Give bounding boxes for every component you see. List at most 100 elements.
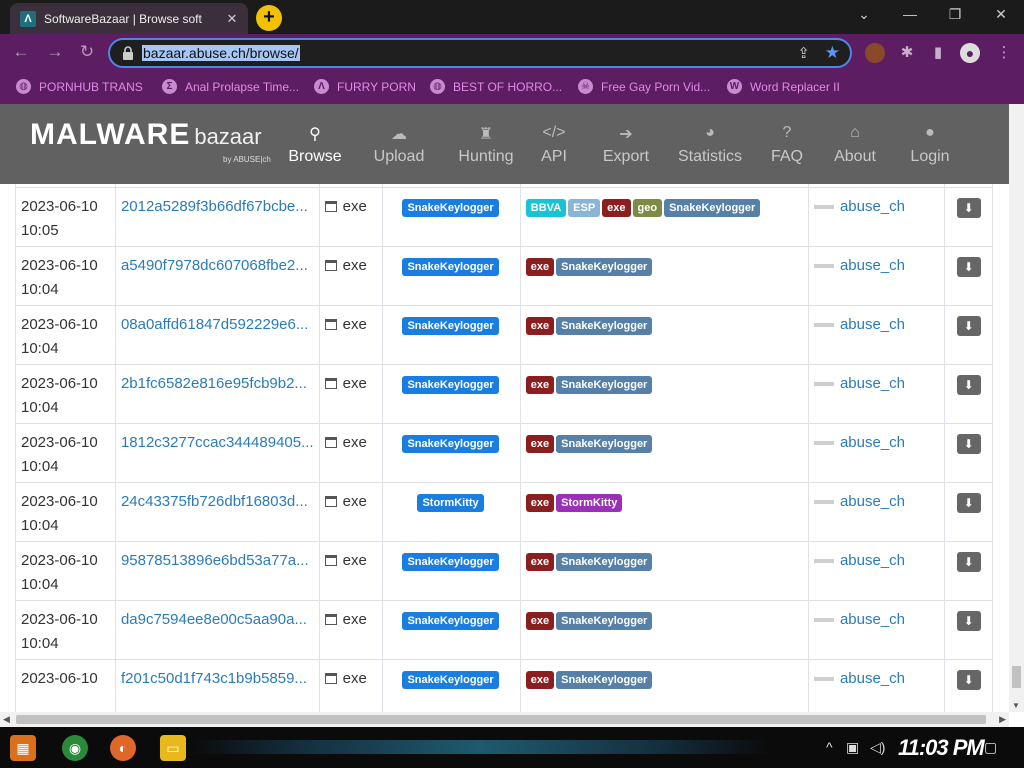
bookmark-star-icon[interactable]: ★ (825, 43, 840, 63)
tag-badge[interactable]: SnakeKeylogger (556, 553, 653, 571)
restore-icon[interactable]: ❐ (940, 6, 970, 23)
tag-badge[interactable]: ESP (568, 199, 601, 217)
tag-badge[interactable]: SnakeKeylogger (556, 317, 653, 335)
chrome-icon[interactable]: ◉ (62, 735, 88, 761)
reporter-link[interactable]: abuse_ch (840, 375, 905, 392)
horizontal-scrollbar[interactable]: ◀ ▶ (0, 712, 1009, 727)
vertical-scrollbar[interactable]: ▼ (1009, 104, 1024, 712)
url-text[interactable]: bazaar.abuse.ch/browse/ (142, 45, 300, 61)
reporter-link[interactable]: abuse_ch (840, 198, 905, 215)
nav-export[interactable]: ➔ Export (586, 124, 666, 166)
browser-tab[interactable]: Λ SoftwareBazaar | Browse soft ✕ (10, 3, 248, 34)
sha256-link[interactable]: 08a0affd61847d592229e6... (121, 316, 308, 333)
nav-statistics[interactable]: ◕ Statistics (670, 124, 750, 166)
download-icon[interactable]: ⬇ (956, 670, 981, 690)
share-icon[interactable]: ⇪ (797, 44, 810, 62)
signature-badge[interactable]: SnakeKeylogger (402, 376, 499, 394)
extension-avatar-icon[interactable] (865, 43, 885, 63)
tag-badge[interactable]: exe (525, 376, 555, 394)
tag-badge[interactable]: StormKitty (556, 494, 623, 512)
malware-bazaar-logo[interactable]: MALWARE bazaar by ABUSE|ch (30, 118, 271, 164)
tag-badge[interactable]: SnakeKeylogger (556, 612, 653, 630)
tag-badge[interactable]: exe (525, 317, 555, 335)
tag-badge[interactable]: exe (602, 199, 631, 217)
menu-kebab-icon[interactable]: ⋮ (994, 43, 1014, 63)
tag-badge[interactable]: SnakeKeylogger (556, 435, 653, 453)
signature-badge[interactable]: SnakeKeylogger (402, 612, 499, 630)
tag-badge[interactable]: exe (525, 671, 555, 689)
side-panel-icon[interactable]: ▮ (928, 43, 948, 63)
download-icon[interactable]: ⬇ (956, 493, 981, 513)
reporter-link[interactable]: abuse_ch (840, 434, 905, 451)
tag-badge[interactable]: exe (525, 612, 555, 630)
download-icon[interactable]: ⬇ (956, 198, 981, 218)
sha256-link[interactable]: 95878513896e6bd53a77a... (121, 552, 309, 569)
bookmark-item[interactable]: Σ Anal Prolapse Time... (162, 79, 299, 94)
download-icon[interactable]: ⬇ (956, 434, 981, 454)
close-window-icon[interactable]: ✕ (986, 6, 1016, 23)
bookmark-item[interactable]: W Word Replacer II (727, 79, 840, 94)
scrollbar-thumb[interactable] (1012, 666, 1021, 688)
reload-icon[interactable]: ↻ (76, 42, 98, 62)
reporter-link[interactable]: abuse_ch (840, 670, 905, 687)
sha256-link[interactable]: 2012a5289f3b66df67bcbe... (121, 198, 308, 215)
tag-badge[interactable]: SnakeKeylogger (556, 376, 653, 394)
address-bar[interactable]: bazaar.abuse.ch/browse/ ⇪ ★ (108, 38, 852, 68)
reporter-link[interactable]: abuse_ch (840, 493, 905, 510)
tag-badge[interactable]: exe (525, 494, 555, 512)
new-tab-button[interactable]: + (256, 5, 282, 31)
sha256-link[interactable]: 1812c3277ccac344489405... (121, 434, 314, 451)
bookmark-item[interactable]: ◍ PORNHUB TRANS (16, 79, 143, 94)
nav-api[interactable]: </> API (514, 124, 594, 166)
scroll-left-arrow-icon[interactable]: ◀ (3, 714, 10, 725)
tag-badge[interactable]: exe (525, 553, 555, 571)
signature-badge[interactable]: SnakeKeylogger (402, 435, 499, 453)
download-icon[interactable]: ⬇ (956, 257, 981, 277)
tab-search-icon[interactable]: ⌄ (849, 6, 879, 23)
nav-upload[interactable]: ☁ Upload (359, 124, 439, 166)
download-icon[interactable]: ⬇ (956, 375, 981, 395)
nav-about[interactable]: ⌂ About (815, 124, 895, 166)
tag-badge[interactable]: exe (525, 258, 555, 276)
network-icon[interactable]: ▣ (846, 739, 859, 756)
reporter-link[interactable]: abuse_ch (840, 316, 905, 333)
horizontal-scrollbar-thumb[interactable] (16, 715, 986, 724)
extensions-puzzle-icon[interactable]: ✱ (897, 43, 917, 63)
download-icon[interactable]: ⬇ (956, 316, 981, 336)
sha256-link[interactable]: f201c50d1f743c1b9b5859... (121, 670, 307, 687)
tag-badge[interactable]: SnakeKeylogger (664, 199, 761, 217)
sha256-link[interactable]: 2b1fc6582e816e95fcb9b2... (121, 375, 307, 392)
scroll-right-arrow-icon[interactable]: ▶ (999, 714, 1006, 725)
signature-badge[interactable]: SnakeKeylogger (402, 258, 499, 276)
start-icon[interactable]: ▦ (10, 735, 36, 761)
tag-badge[interactable]: exe (525, 435, 555, 453)
file-explorer-icon[interactable]: ▭ (160, 735, 186, 761)
signature-badge[interactable]: SnakeKeylogger (402, 553, 499, 571)
tag-badge[interactable]: geo (632, 199, 663, 217)
bookmark-item[interactable]: ◍ BEST OF HORRO... (430, 79, 562, 94)
tag-badge[interactable]: BBVA (525, 199, 567, 217)
reporter-link[interactable]: abuse_ch (840, 611, 905, 628)
signature-badge[interactable]: SnakeKeylogger (402, 671, 499, 689)
signature-badge[interactable]: StormKitty (417, 494, 484, 512)
clock[interactable]: 11:03 PM (898, 735, 985, 761)
nav-browse[interactable]: ⚲ Browse (275, 124, 355, 166)
sha256-link[interactable]: a5490f7978dc607068fbe2... (121, 257, 308, 274)
back-icon[interactable]: ← (10, 42, 32, 62)
bookmark-item[interactable]: Λ FURRY PORN (314, 79, 416, 94)
minimize-icon[interactable]: — (895, 6, 925, 22)
volume-icon[interactable]: ◁) (870, 739, 885, 756)
nav-login[interactable]: ● Login (890, 124, 970, 166)
scroll-down-arrow-icon[interactable]: ▼ (1012, 701, 1020, 710)
download-icon[interactable]: ⬇ (956, 611, 981, 631)
sha256-link[interactable]: da9c7594ee8e00c5aa90a... (121, 611, 307, 628)
tag-badge[interactable]: SnakeKeylogger (556, 258, 653, 276)
signature-badge[interactable]: SnakeKeylogger (402, 317, 499, 335)
signature-badge[interactable]: SnakeKeylogger (402, 199, 499, 217)
bookmark-item[interactable]: ☠ Free Gay Porn Vid... (578, 79, 710, 94)
forward-icon[interactable]: → (44, 42, 66, 62)
sha256-link[interactable]: 24c43375fb726dbf16803d... (121, 493, 308, 510)
notifications-icon[interactable]: ▢ (984, 739, 997, 756)
firefox-icon[interactable]: ◐ (110, 735, 136, 761)
download-icon[interactable]: ⬇ (956, 552, 981, 572)
